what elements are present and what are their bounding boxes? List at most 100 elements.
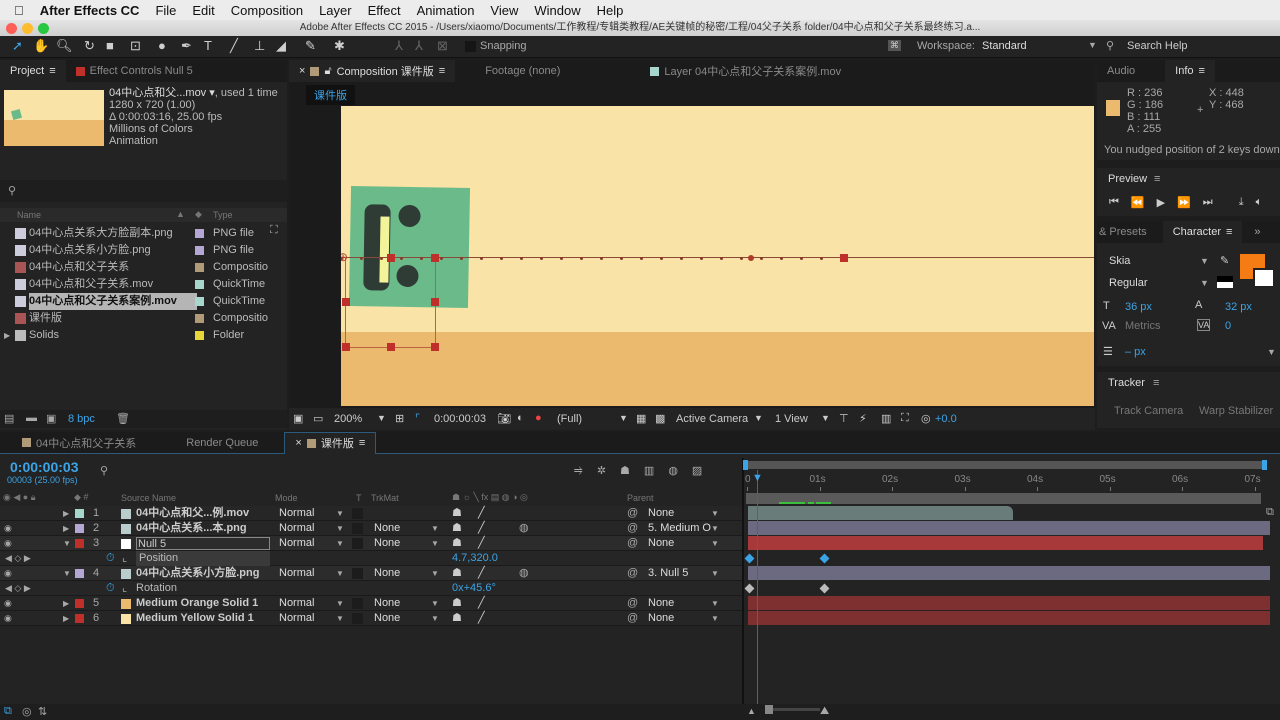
expand-modes-icon[interactable]: ◎ (22, 705, 32, 718)
graph-icon[interactable]: ⌞ (122, 551, 127, 566)
chevron-down-icon[interactable]: ▼ (711, 506, 719, 521)
preserve-transparency-checkbox[interactable] (352, 508, 363, 519)
chevron-down-icon[interactable]: ▼ (431, 611, 439, 626)
label-swatch[interactable] (75, 509, 84, 518)
show-snapshot-icon[interactable]: ◐ (517, 412, 524, 424)
pick-whip-icon[interactable]: @ (627, 611, 638, 626)
expand-layer-switches-icon[interactable]: ⧉ (4, 705, 12, 718)
parent-select[interactable]: 5. Medium O (648, 521, 711, 536)
quality-switch-icon[interactable]: ╱ (478, 506, 485, 521)
layer-name[interactable]: Null 5 (136, 537, 270, 550)
timeline-timecode[interactable]: 0:00:00:03 (10, 459, 79, 475)
minimize-window-button[interactable] (22, 23, 33, 34)
visibility-eye-icon[interactable]: ◉ (4, 611, 12, 626)
column-trkmat[interactable]: TrkMat (371, 493, 399, 503)
quality-switch-icon[interactable]: ╱ (478, 521, 485, 536)
layer-name[interactable]: Medium Yellow Solid 1 (136, 611, 254, 626)
adjustment-icon[interactable]: ◍ (519, 521, 529, 536)
label-swatch[interactable] (195, 331, 204, 340)
transparency-grid-icon[interactable]: ▦ (636, 412, 646, 425)
tab-effect-controls[interactable]: Effect Controls Null 5 (66, 65, 203, 77)
keyframe[interactable] (744, 553, 755, 564)
quality-switch-icon[interactable]: ╱ (478, 596, 485, 611)
clone-stamp-tool-icon[interactable]: ⊥ (254, 38, 265, 54)
menu-icon[interactable]: ≡ (1226, 226, 1232, 238)
trkmat-select[interactable]: None (374, 536, 400, 551)
shy-switch-icon[interactable]: ☗ (452, 521, 462, 536)
label-swatch[interactable] (75, 599, 84, 608)
keyframe-navigator-icon[interactable]: ◀ ◇ ▶ (5, 581, 31, 596)
menu-icon[interactable]: ≡ (1199, 65, 1205, 77)
menu-effect[interactable]: Effect (360, 3, 409, 18)
zoom-in-icon[interactable]: ⛰ (820, 705, 829, 718)
stroke-color-swatch[interactable] (1253, 268, 1275, 288)
current-time-display[interactable]: 0:00:00:03 (434, 413, 486, 425)
preserve-transparency-checkbox[interactable] (352, 523, 363, 534)
pick-whip-icon[interactable]: @ (627, 596, 638, 611)
tab-info[interactable]: Info ≡ (1165, 60, 1215, 82)
transform-handle[interactable] (431, 298, 439, 306)
layer-row[interactable]: ◉ ▶ 2 04中心点关系...本.png Normal ▼ None ▼ ☗ ╱ ◍ @5. Med… (0, 521, 742, 536)
hand-tool-icon[interactable]: ✋ (33, 38, 49, 54)
parent-select[interactable]: None (648, 536, 674, 551)
tab-layer[interactable]: Layer 04中心点和父子关系案例.mov (640, 63, 851, 79)
layer-duration-bar[interactable] (748, 566, 1270, 580)
label-swatch[interactable] (195, 297, 204, 306)
expand-arrow-icon[interactable]: ▶ (63, 596, 69, 611)
trkmat-select[interactable]: None (374, 611, 400, 626)
visibility-eye-icon[interactable]: ◉ (4, 536, 12, 551)
view-axis-icon[interactable]: ⊠ (437, 38, 448, 54)
chevron-down-icon[interactable]: ▼ (711, 596, 719, 611)
keyframe[interactable] (744, 583, 755, 594)
chevron-down-icon[interactable]: ▼ (431, 596, 439, 611)
transform-handle[interactable] (387, 254, 395, 262)
ellipse-tool-icon[interactable]: ● (158, 38, 166, 53)
chevron-down-icon[interactable]: ▼ (336, 536, 344, 551)
puppet-pin-tool-icon[interactable]: ✱ (334, 38, 345, 54)
first-frame-icon[interactable]: ⏮ (1109, 196, 1119, 209)
resolution-select[interactable]: (Full) (557, 413, 582, 425)
lock-icon[interactable]: 🔓︎ (324, 65, 331, 78)
menu-file[interactable]: File (147, 3, 184, 18)
layer-row[interactable]: ▶ 1 04中心点和父...例.mov Normal ▼ ☗ ╱ @ None ▼ (0, 506, 742, 521)
tab-composition[interactable]: × 🔓︎ Composition 课件版 ≡ (289, 60, 456, 82)
quality-switch-icon[interactable]: ╱ (478, 566, 485, 581)
comp-breadcrumb[interactable]: 课件版 (306, 85, 355, 105)
chevron-down-icon[interactable]: ▼ (619, 413, 628, 423)
draft-3d-icon[interactable]: ✲ (597, 464, 606, 477)
audio-icon[interactable]: 🔈︎ (1256, 196, 1263, 209)
pen-tool-icon[interactable]: ✒ (181, 38, 192, 54)
tab-footage[interactable]: Footage (none) (475, 65, 570, 77)
footage-name[interactable]: 04中心点和父...mov ▾ (109, 87, 215, 99)
font-size-input[interactable]: 36 px (1125, 301, 1152, 313)
chevron-down-icon[interactable]: ▼ (754, 413, 763, 423)
column-type[interactable]: Type (213, 210, 233, 220)
region-of-interest-icon[interactable]: ⌜ (415, 412, 420, 425)
pick-whip-icon[interactable]: @ (627, 506, 638, 521)
chevron-down-icon[interactable]: ▼ (711, 566, 719, 581)
time-navigator[interactable] (743, 460, 1267, 470)
text-tool-icon[interactable]: T (204, 38, 212, 53)
project-item[interactable]: 04中心点和父子关系案例.mov QuickTime (0, 293, 283, 310)
label-swatch[interactable] (195, 246, 204, 255)
menu-animation[interactable]: Animation (409, 3, 483, 18)
project-item[interactable]: 04中心点关系小方脸.png PNG file (0, 242, 283, 259)
pick-whip-icon[interactable]: @ (627, 566, 638, 581)
world-axis-icon[interactable]: ⅄ (415, 38, 423, 54)
expand-arrow-icon[interactable]: ▶ (63, 521, 69, 536)
transform-handle[interactable] (342, 298, 350, 306)
transform-handle[interactable] (431, 254, 439, 262)
preserve-transparency-checkbox[interactable] (352, 598, 363, 609)
parent-select[interactable]: None (648, 611, 674, 626)
timeline-zoom-slider[interactable] (765, 705, 820, 714)
chevron-down-icon[interactable]: ▼ (431, 536, 439, 551)
label-swatch[interactable] (195, 229, 204, 238)
view-layout-select[interactable]: 1 View (775, 413, 808, 425)
transform-handle[interactable] (387, 343, 395, 351)
local-axis-icon[interactable]: ⅄ (395, 38, 403, 54)
search-icon[interactable]: ⚲ (100, 464, 108, 477)
shy-switch-icon[interactable]: ☗ (452, 566, 462, 581)
last-frame-icon[interactable]: ⏭ (1203, 196, 1213, 209)
grid-icon[interactable]: ▩ (655, 412, 665, 425)
shy-icon[interactable]: ☗ (620, 464, 630, 477)
